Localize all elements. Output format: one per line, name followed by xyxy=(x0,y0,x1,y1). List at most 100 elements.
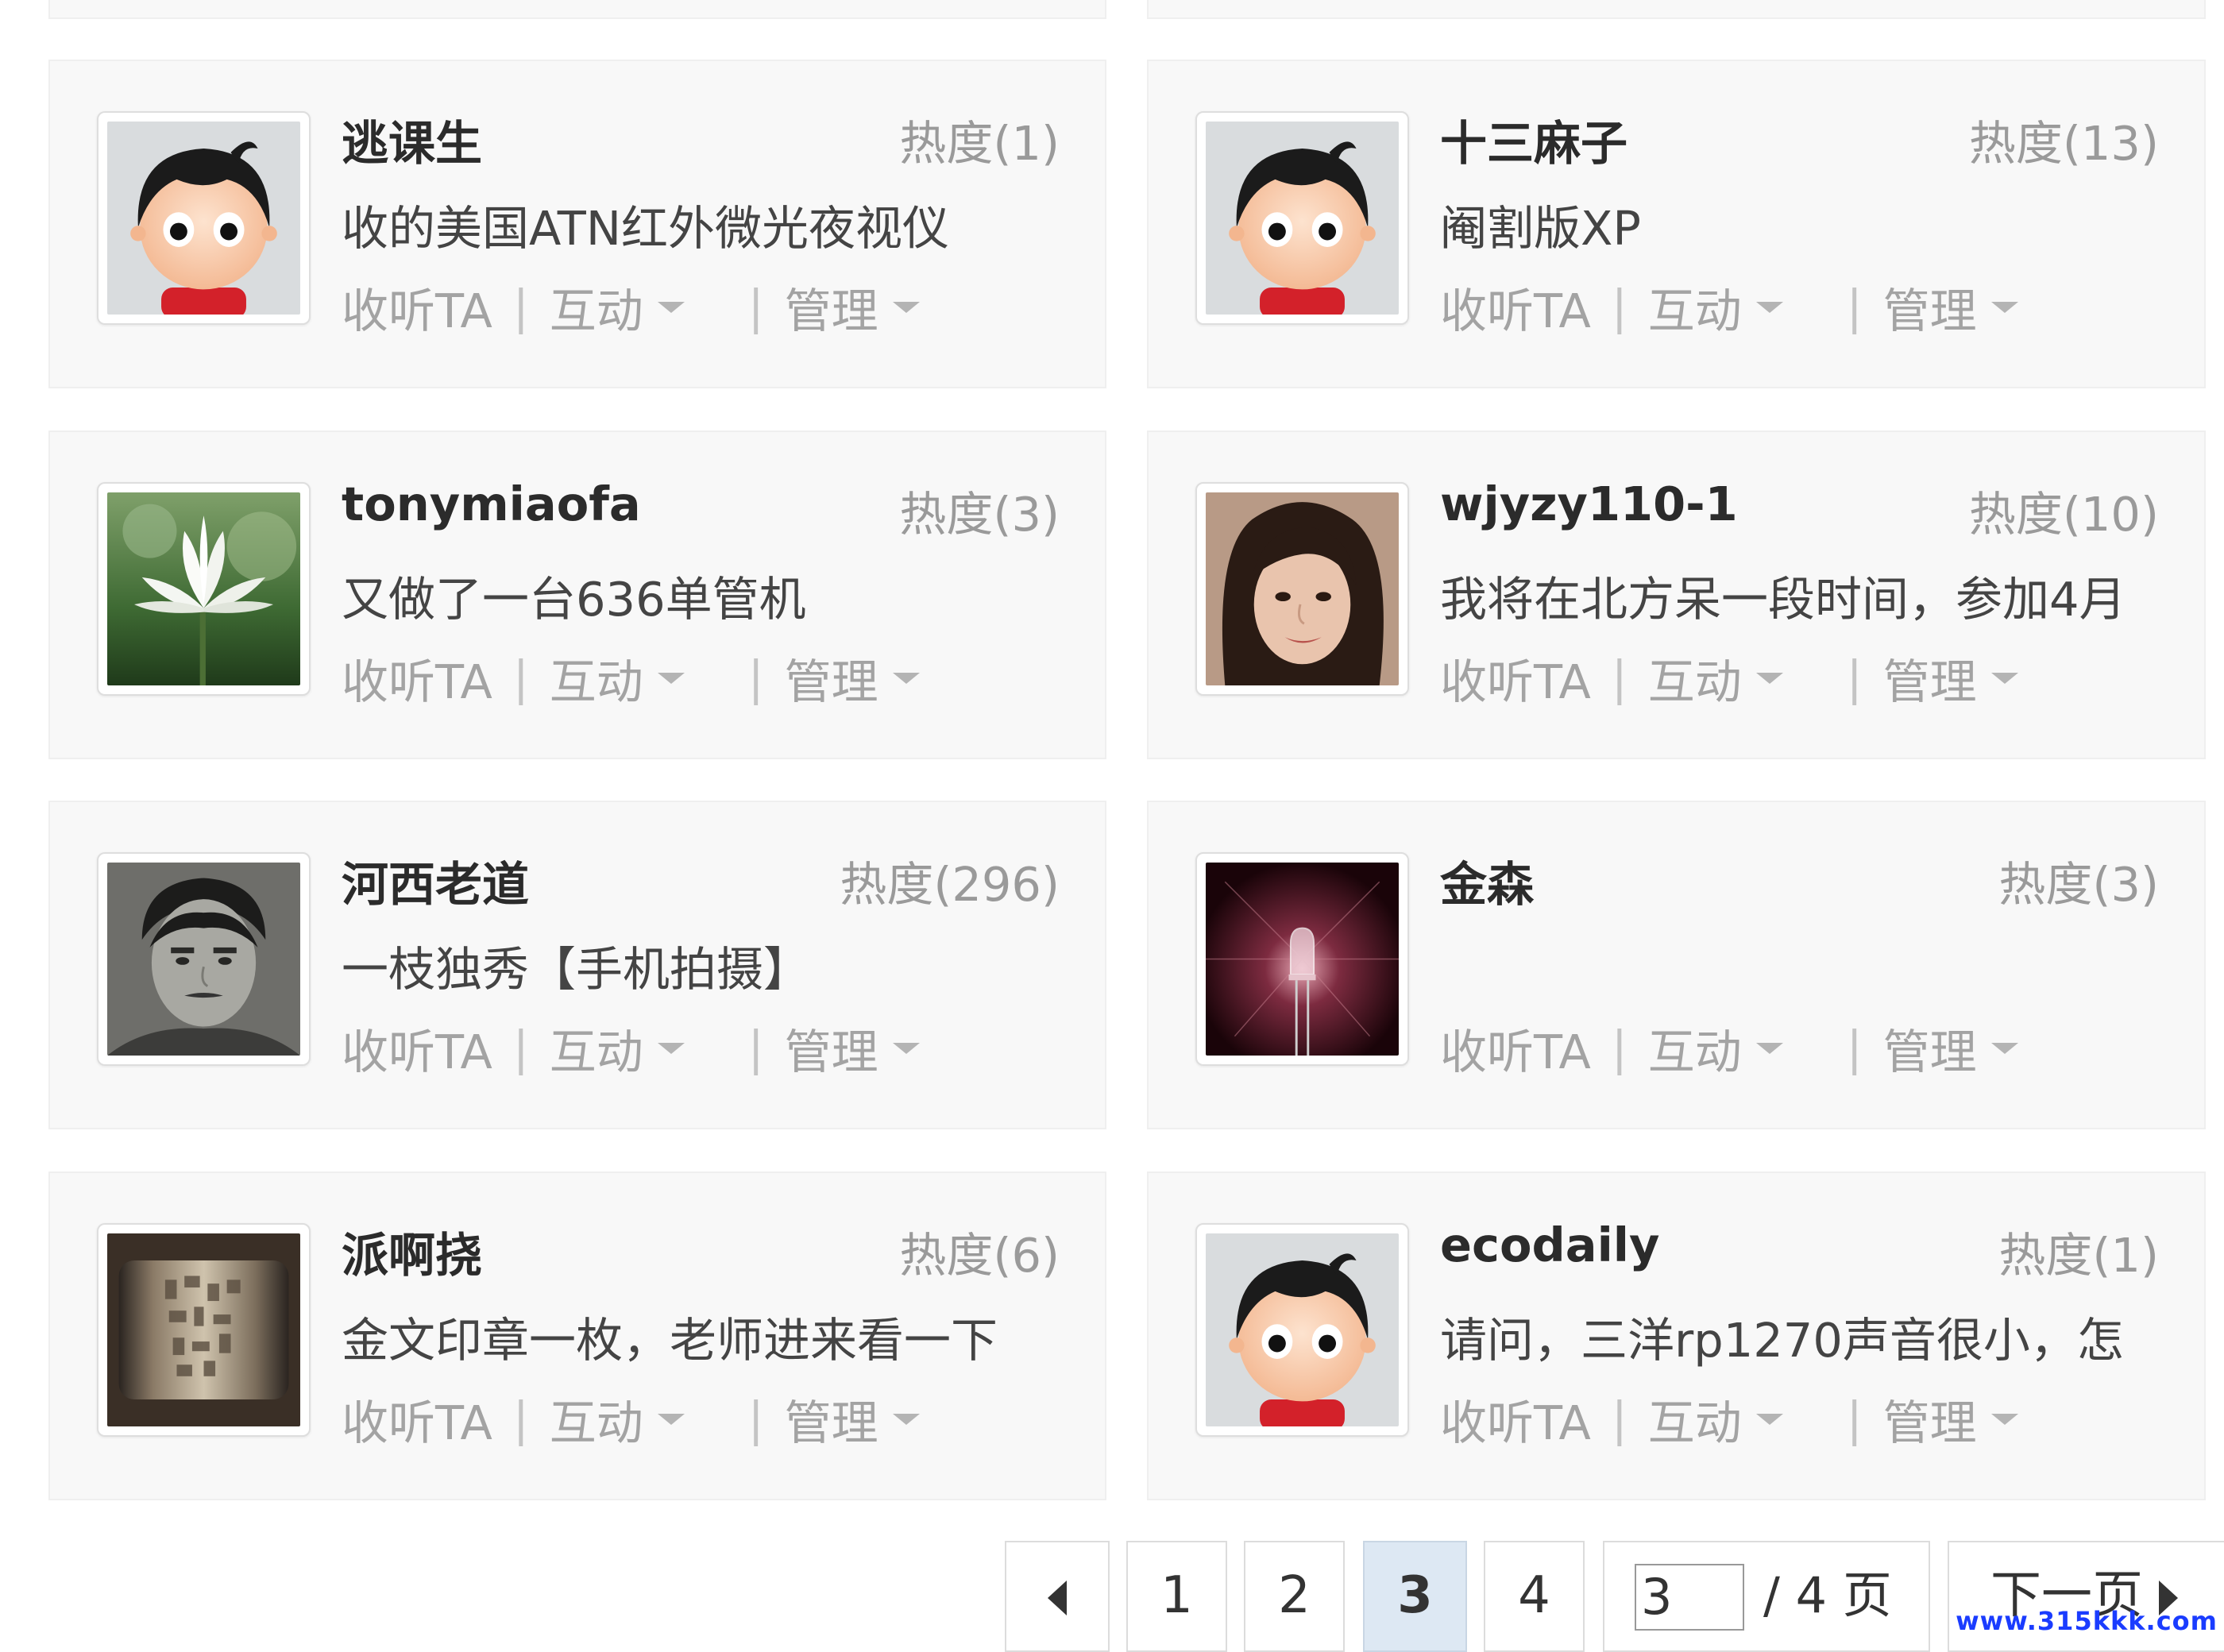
white-lotus-photo-icon xyxy=(107,492,300,685)
follow-button[interactable]: 收听TA xyxy=(1440,644,1591,712)
user-name[interactable]: 金森 xyxy=(1440,847,1534,914)
caret-down-icon xyxy=(892,301,920,313)
manage-dropdown[interactable]: 管理 xyxy=(1883,273,2018,341)
heat-count: 热度(10) xyxy=(1968,487,2159,542)
user-card: ecodaily 热度(1) 请问，三洋rp1270声音很小，怎 收听TA | 互动… xyxy=(1147,1171,2206,1500)
page-button-4[interactable]: 4 xyxy=(1484,1541,1585,1652)
interact-dropdown[interactable]: 互动 xyxy=(550,273,685,341)
caret-down-icon xyxy=(1990,1413,2018,1425)
heat-count: 热度(13) xyxy=(1968,116,2159,171)
manage-dropdown[interactable]: 管理 xyxy=(785,644,920,712)
user-avatar[interactable] xyxy=(97,111,311,325)
user-actions: 收听TA | 互动 | 管理 xyxy=(1440,1385,2018,1453)
manage-dropdown[interactable]: 管理 xyxy=(785,1385,920,1453)
heat-count: 热度(1) xyxy=(1998,1228,2159,1283)
latest-post[interactable]: 金文印章一枚，老师进来看一下 xyxy=(342,1303,1076,1370)
user-name[interactable]: ecodaily xyxy=(1440,1218,1659,1272)
latest-post[interactable]: 一枝独秀【手机拍摄】 xyxy=(342,932,1076,999)
separator: | xyxy=(512,1391,529,1446)
user-name[interactable]: 派啊挠 xyxy=(342,1218,482,1285)
follow-button[interactable]: 收听TA xyxy=(1440,1385,1591,1453)
manage-label: 管理 xyxy=(1882,1395,1977,1450)
separator: | xyxy=(1611,650,1627,705)
user-avatar[interactable] xyxy=(97,852,311,1066)
user-name[interactable]: 逃课生 xyxy=(342,106,482,173)
user-actions: 收听TA | 互动 | 管理 xyxy=(342,1014,920,1082)
user-avatar[interactable] xyxy=(1195,482,1409,696)
page-button-3-current[interactable]: 3 xyxy=(1363,1541,1467,1652)
latest-post[interactable]: 请问，三洋rp1270声音很小，怎 xyxy=(1440,1303,2175,1370)
user-name[interactable]: tonymiaofa xyxy=(342,477,641,531)
page-button-2[interactable]: 2 xyxy=(1244,1541,1345,1652)
user-card-stub xyxy=(48,0,1106,19)
woman-portrait-photo-icon xyxy=(1206,492,1399,685)
separator: | xyxy=(512,1021,529,1075)
interact-dropdown[interactable]: 互动 xyxy=(1648,644,1783,712)
latest-post[interactable]: 我将在北方呆一段时间，参加4月 xyxy=(1440,562,2175,629)
user-actions: 收听TA | 互动 | 管理 xyxy=(342,273,920,341)
interact-dropdown[interactable]: 互动 xyxy=(550,1014,685,1082)
user-avatar[interactable] xyxy=(97,1223,311,1437)
latest-post[interactable]: 收的美国ATN红外微光夜视仪 xyxy=(342,191,1076,258)
caret-down-icon xyxy=(1755,301,1783,313)
page-number-input[interactable]: 3 xyxy=(1635,1564,1744,1631)
follow-button[interactable]: 收听TA xyxy=(342,273,492,341)
man-portrait-photo-icon xyxy=(107,863,300,1056)
user-name[interactable]: wjyzy110-1 xyxy=(1440,477,1738,531)
separator: | xyxy=(747,1021,764,1075)
caret-down-icon xyxy=(1755,1042,1783,1054)
user-actions: 收听TA | 互动 | 管理 xyxy=(342,1385,920,1453)
user-name[interactable]: 河西老道 xyxy=(342,847,529,914)
manage-label: 管理 xyxy=(1882,284,1977,338)
user-avatar[interactable] xyxy=(1195,852,1409,1066)
page-jump: 3 / 4 页 xyxy=(1603,1541,1930,1652)
separator: | xyxy=(1611,1391,1627,1446)
separator: | xyxy=(1846,650,1863,705)
follow-button[interactable]: 收听TA xyxy=(342,1385,492,1453)
user-name[interactable]: 十三麻子 xyxy=(1440,106,1627,173)
interact-dropdown[interactable]: 互动 xyxy=(1648,1014,1783,1082)
user-actions: 收听TA | 互动 | 管理 xyxy=(1440,273,2018,341)
interact-dropdown[interactable]: 互动 xyxy=(1648,1385,1783,1453)
interact-label: 互动 xyxy=(549,654,643,709)
latest-post[interactable]: 阉割版XP xyxy=(1440,191,2175,258)
manage-dropdown[interactable]: 管理 xyxy=(1883,1385,2018,1453)
heat-count: 热度(1) xyxy=(899,116,1060,171)
interact-label: 互动 xyxy=(549,284,643,338)
interact-dropdown[interactable]: 互动 xyxy=(550,644,685,712)
user-avatar[interactable] xyxy=(97,482,311,696)
caret-down-icon xyxy=(1990,1042,2018,1054)
separator: | xyxy=(512,280,529,334)
default-avatar-icon xyxy=(1206,122,1399,315)
interact-label: 互动 xyxy=(1647,1395,1742,1450)
heat-count: 热度(3) xyxy=(1998,857,2159,912)
manage-dropdown[interactable]: 管理 xyxy=(785,1014,920,1082)
user-avatar[interactable] xyxy=(1195,1223,1409,1437)
interact-label: 互动 xyxy=(549,1395,643,1450)
interact-label: 互动 xyxy=(1647,654,1742,709)
prev-page-button[interactable] xyxy=(1005,1541,1110,1652)
follow-button[interactable]: 收听TA xyxy=(342,1014,492,1082)
page-button-1[interactable]: 1 xyxy=(1126,1541,1227,1652)
follow-button[interactable]: 收听TA xyxy=(1440,273,1591,341)
caret-down-icon xyxy=(657,301,685,313)
manage-label: 管理 xyxy=(1882,654,1977,709)
caret-down-icon xyxy=(1755,1413,1783,1425)
user-card: wjyzy110-1 热度(10) 我将在北方呆一段时间，参加4月 收听TA | 互… xyxy=(1147,430,2206,759)
manage-dropdown[interactable]: 管理 xyxy=(1883,1014,2018,1082)
page-total: / 4 页 xyxy=(1763,1566,1892,1624)
user-card: 逃课生 热度(1) 收的美国ATN红外微光夜视仪 收听TA | 互动 | 管理 xyxy=(48,60,1106,388)
led-bulb-photo-icon xyxy=(1206,863,1399,1056)
separator: | xyxy=(512,650,529,705)
interact-dropdown[interactable]: 互动 xyxy=(1648,273,1783,341)
interact-label: 互动 xyxy=(549,1025,643,1079)
manage-dropdown[interactable]: 管理 xyxy=(785,273,920,341)
manage-label: 管理 xyxy=(784,1025,878,1079)
follow-button[interactable]: 收听TA xyxy=(342,644,492,712)
interact-dropdown[interactable]: 互动 xyxy=(550,1385,685,1453)
user-avatar[interactable] xyxy=(1195,111,1409,325)
follow-button[interactable]: 收听TA xyxy=(1440,1014,1591,1082)
latest-post[interactable]: 又做了一台636单管机 xyxy=(342,562,1076,629)
manage-dropdown[interactable]: 管理 xyxy=(1883,644,2018,712)
caret-down-icon xyxy=(1755,672,1783,684)
